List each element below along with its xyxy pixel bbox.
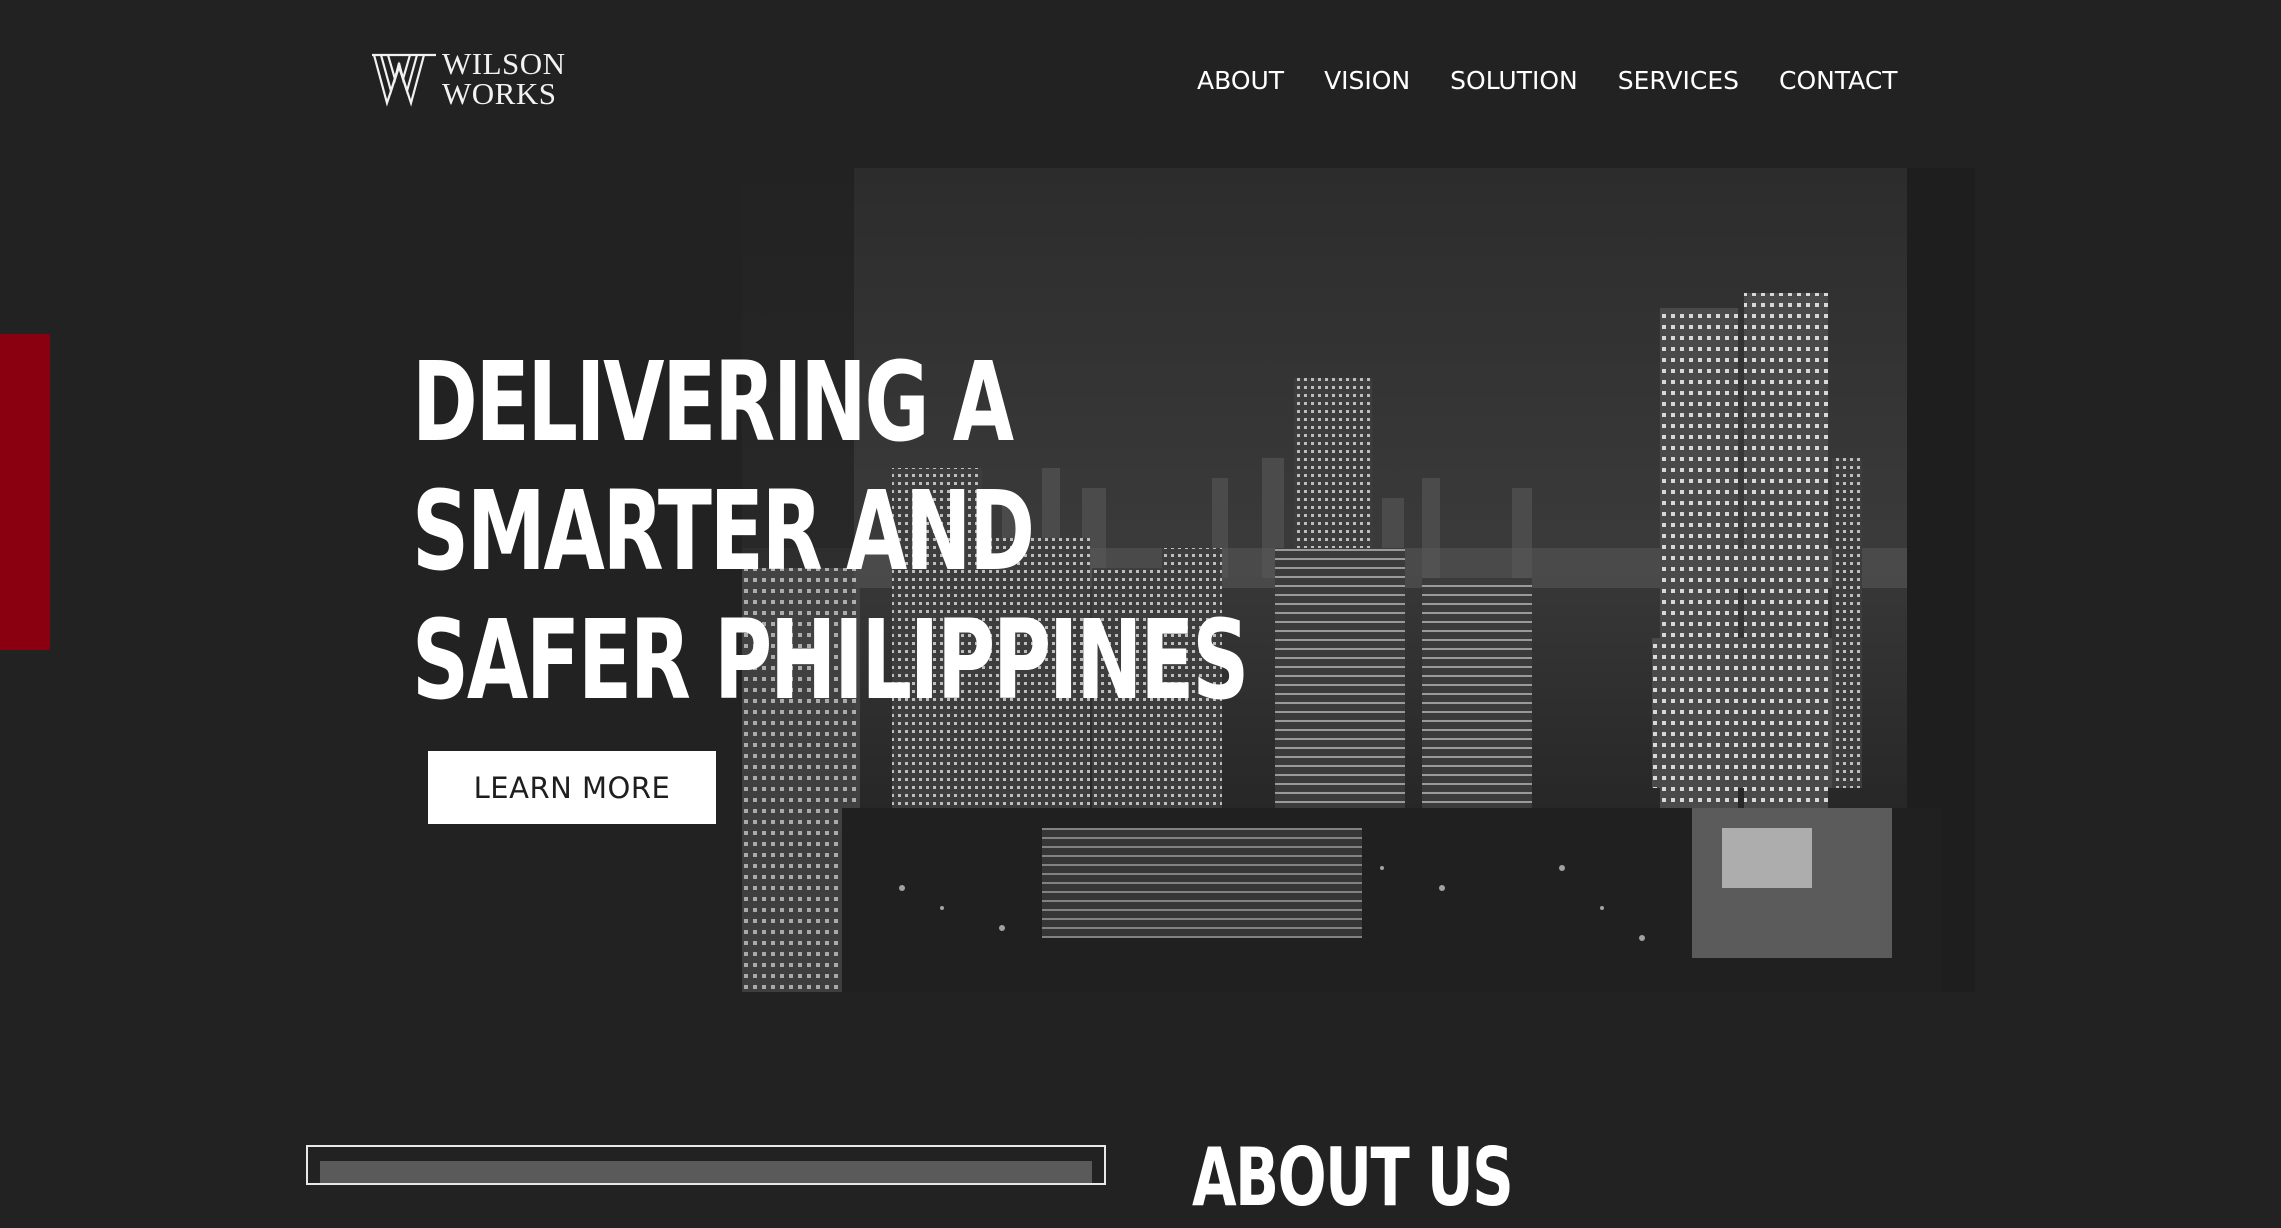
about-title: ABOUT US: [1192, 1131, 1514, 1224]
accent-bar: [0, 334, 50, 650]
w-monogram-icon: [372, 53, 436, 107]
headline-line-1: DELIVERING A: [412, 338, 1014, 466]
main-nav: ABOUT VISION SOLUTION SERVICES CONTACT: [1197, 64, 1898, 98]
nav-about[interactable]: ABOUT: [1197, 64, 1284, 98]
logo-line-1: WILSON: [442, 46, 566, 81]
nav-solution[interactable]: SOLUTION: [1450, 64, 1578, 98]
about-image: [320, 1161, 1092, 1183]
nav-services[interactable]: SERVICES: [1618, 64, 1739, 98]
logo-line-2: WORKS: [442, 76, 557, 111]
about-image-frame: [306, 1145, 1106, 1185]
logo-wordmark: WILSON WORKS: [442, 46, 566, 111]
site-logo[interactable]: WILSON WORKS: [372, 46, 566, 111]
nav-vision[interactable]: VISION: [1324, 64, 1410, 98]
headline-line-3: SAFER PHILIPPINES: [412, 596, 1249, 724]
learn-more-button[interactable]: LEARN MORE: [428, 751, 716, 824]
nav-contact[interactable]: CONTACT: [1779, 64, 1898, 98]
headline-line-2: SMARTER AND: [412, 467, 1035, 595]
hero-headline: DELIVERING A SMARTER AND SAFER PHILIPPIN…: [412, 338, 1249, 725]
